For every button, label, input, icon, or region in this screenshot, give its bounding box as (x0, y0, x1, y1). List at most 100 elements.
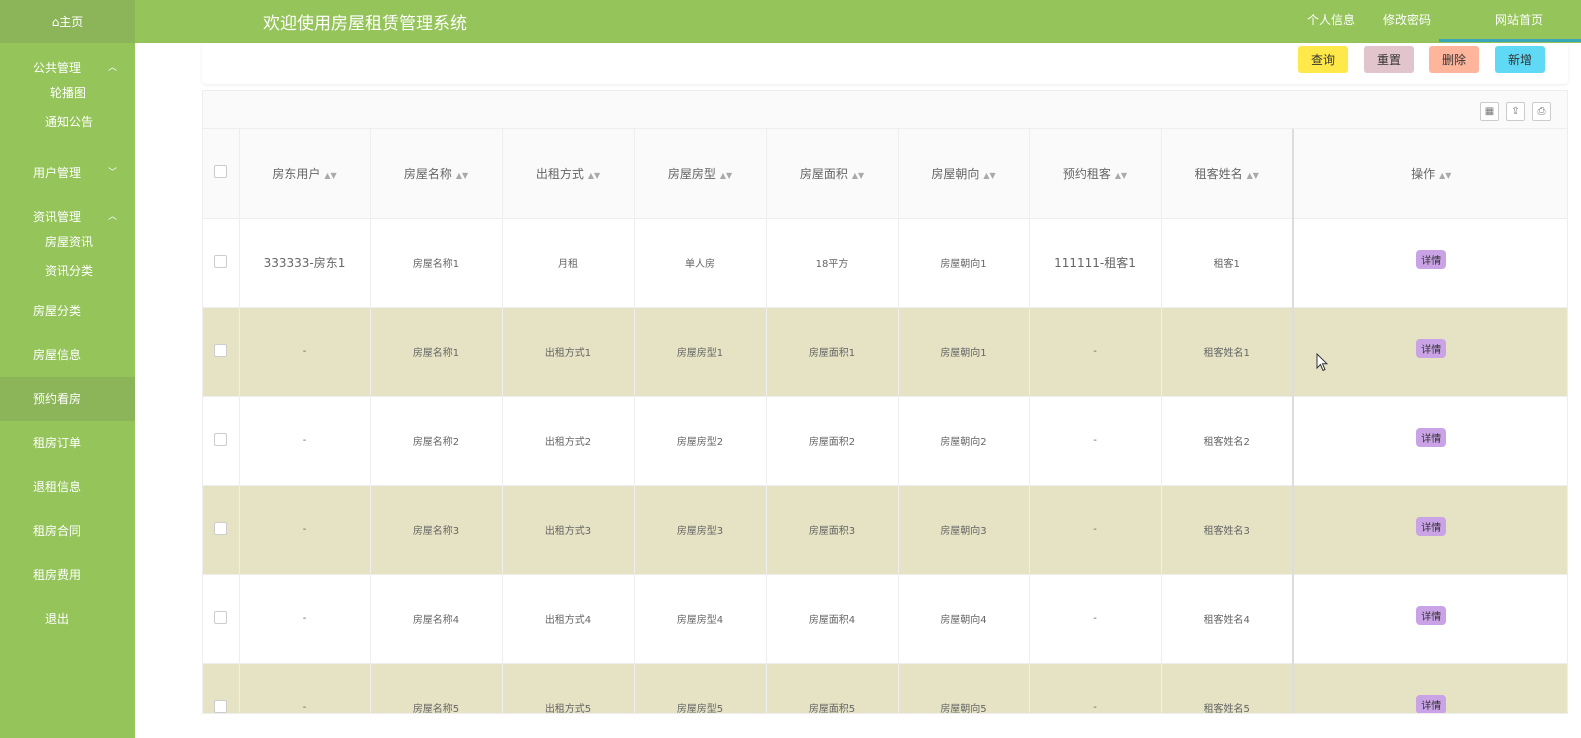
row-checkbox[interactable] (214, 521, 228, 535)
delete-button[interactable]: 删除 (1429, 46, 1479, 73)
detail-button[interactable]: 详情 (1416, 339, 1447, 358)
export-icon[interactable]: ⇪ (1506, 102, 1525, 121)
sidebar-sub-house-news[interactable]: 房屋资讯 (0, 228, 135, 257)
col-header[interactable]: 房屋面积 ▲▼ (766, 129, 899, 219)
sidebar-item-logout[interactable]: 退出 (0, 597, 135, 641)
nav-site-home[interactable]: 网站首页 (1495, 0, 1543, 40)
table-cell: - (239, 396, 371, 486)
sort-icon[interactable]: ▲▼ (983, 171, 995, 180)
table-header-row: 房东用户 ▲▼ 房屋名称 ▲▼ 出租方式 ▲▼ 房屋房型 ▲▼ 房屋面积 ▲▼ 房屋朝向 ▲… (203, 129, 1567, 219)
detail-button[interactable]: 详情 (1416, 517, 1447, 536)
detail-button[interactable]: 详情 (1416, 606, 1447, 625)
sidebar-item-checkout[interactable]: 退租信息 (0, 465, 135, 509)
actions-cell: 详情 (1292, 307, 1567, 397)
table-cell: 出租方式4 (502, 574, 635, 664)
row-checkbox-cell[interactable] (203, 663, 240, 713)
sidebar-item-fees[interactable]: 租房费用 (0, 553, 135, 597)
sidebar-item-contract[interactable]: 租房合同 (0, 509, 135, 553)
row-checkbox[interactable] (214, 699, 228, 713)
sidebar-sub-news-category[interactable]: 资讯分类 (0, 257, 135, 286)
select-all-checkbox-cell[interactable] (203, 129, 240, 219)
sidebar-group-news[interactable]: 资讯管理 ︿ (0, 206, 135, 228)
table-row[interactable]: - 房屋名称2 出租方式2 房屋房型2 房屋面积2 房屋朝向2- 租客姓名2 详情 (203, 396, 1567, 486)
sort-icon[interactable]: ▲▼ (456, 171, 468, 180)
print-icon[interactable]: ⎙ (1532, 102, 1551, 121)
sort-icon[interactable]: ▲▼ (588, 171, 600, 180)
nav-change-password[interactable]: 修改密码 (1383, 0, 1431, 40)
table-cell: 租客1 (1161, 218, 1294, 308)
col-header[interactable]: 租客姓名 ▲▼ (1161, 129, 1294, 219)
row-checkbox-cell[interactable] (203, 396, 240, 486)
table-row[interactable]: - 房屋名称4 出租方式4 房屋房型4 房屋面积4 房屋朝向4- 租客姓名4 详情 (203, 574, 1567, 664)
table-row[interactable]: - 房屋名称5 出租方式5 房屋房型5 房屋面积5 房屋朝向5- 租客姓名5 详情 (203, 663, 1567, 713)
detail-button[interactable]: 详情 (1416, 428, 1447, 447)
sidebar-group-users[interactable]: 用户管理 ﹀ (0, 162, 135, 184)
sidebar-home[interactable]: ⌂主页 (0, 0, 135, 43)
row-checkbox[interactable] (214, 610, 228, 624)
row-checkbox-cell[interactable] (203, 574, 240, 664)
select-all-checkbox[interactable] (214, 165, 228, 179)
nav-underline (1439, 39, 1581, 42)
table-cell: 出租方式1 (502, 307, 635, 397)
row-checkbox-cell[interactable] (203, 218, 240, 308)
col-header[interactable]: 预约租客 ▲▼ (1029, 129, 1162, 219)
sidebar-sub-carousel[interactable]: 轮播图 (0, 79, 135, 108)
table-cell: - (1029, 574, 1162, 664)
detail-button[interactable]: 详情 (1416, 695, 1447, 713)
sort-icon[interactable]: ▲▼ (1439, 171, 1451, 180)
reset-button[interactable]: 重置 (1364, 46, 1414, 73)
columns-icon[interactable]: ▦ (1480, 102, 1499, 121)
chevron-up-icon: ︿ (107, 212, 117, 222)
table-row[interactable]: - 房屋名称3 出租方式3 房屋房型3 房屋面积3 房屋朝向3- 租客姓名3 详情 (203, 485, 1567, 575)
table-cell: 租客姓名4 (1161, 574, 1294, 664)
col-header[interactable]: 房屋名称 ▲▼ (370, 129, 503, 219)
sort-icon[interactable]: ▲▼ (720, 171, 732, 180)
table-cell: 房屋名称4 (370, 574, 503, 664)
row-checkbox-cell[interactable] (203, 307, 240, 397)
detail-button[interactable]: 详情 (1416, 250, 1447, 269)
col-header[interactable]: 房屋朝向 ▲▼ (898, 129, 1030, 219)
table-cell: 房屋面积2 (766, 396, 899, 486)
col-header-actions[interactable]: 操作 ▲▼ (1292, 129, 1567, 219)
sidebar-item-house-category[interactable]: 房屋分类 (0, 289, 135, 333)
table-cell: 房屋面积5 (766, 663, 899, 713)
mouse-cursor-icon (1316, 353, 1328, 372)
table-row[interactable]: - 房屋名称1 出租方式1 房屋房型1 房屋面积1 房屋朝向1- 租客姓名1 详情 (203, 307, 1567, 397)
sidebar-item-orders[interactable]: 租房订单 (0, 421, 135, 465)
table-cell: 月租 (502, 218, 635, 308)
sidebar-group-label: 用户管理 (33, 166, 82, 180)
sidebar-group-public[interactable]: 公共管理 ︿ (0, 57, 135, 79)
table-cell: 房屋名称5 (370, 663, 503, 713)
sort-icon[interactable]: ▲▼ (1247, 171, 1259, 180)
row-checkbox[interactable] (214, 343, 228, 357)
row-checkbox[interactable] (214, 254, 228, 268)
nav-profile[interactable]: 个人信息 (1307, 0, 1355, 40)
table-cell: - (1029, 663, 1162, 713)
table-cell: 房屋名称2 (370, 396, 503, 486)
table-cell: - (239, 663, 371, 713)
table-cell: 房屋房型2 (634, 396, 767, 486)
table-cell: 房屋朝向1 (898, 218, 1030, 308)
row-checkbox-cell[interactable] (203, 485, 240, 575)
sidebar-item-house-info[interactable]: 房屋信息 (0, 333, 135, 377)
table-cell: 111111-租客1 (1029, 218, 1162, 308)
col-header[interactable]: 出租方式 ▲▼ (502, 129, 635, 219)
table-cell: 房屋朝向1 (898, 307, 1030, 397)
actions-cell: 详情 (1292, 663, 1567, 713)
chevron-down-icon: ﹀ (107, 168, 117, 178)
sidebar-group-label: 资讯管理 (33, 210, 82, 224)
table-cell: 租客姓名3 (1161, 485, 1294, 575)
row-checkbox[interactable] (214, 432, 228, 446)
sidebar-sub-notice[interactable]: 通知公告 (0, 108, 135, 137)
chevron-up-icon: ︿ (107, 63, 117, 73)
table-row[interactable]: 333333-房东1 房屋名称1 月租 单人房 18平方 房屋朝向1 111111-租客1 租… (203, 218, 1567, 308)
add-button[interactable]: 新增 (1495, 46, 1545, 73)
col-header[interactable]: 房东用户 ▲▼ (239, 129, 371, 219)
table-cell: 房屋名称3 (370, 485, 503, 575)
col-header[interactable]: 房屋房型 ▲▼ (634, 129, 767, 219)
sidebar-item-viewing[interactable]: 预约看房 (0, 377, 135, 421)
query-button[interactable]: 查询 (1298, 46, 1348, 73)
sort-icon[interactable]: ▲▼ (1115, 171, 1127, 180)
sort-icon[interactable]: ▲▼ (324, 171, 336, 180)
sort-icon[interactable]: ▲▼ (852, 171, 864, 180)
